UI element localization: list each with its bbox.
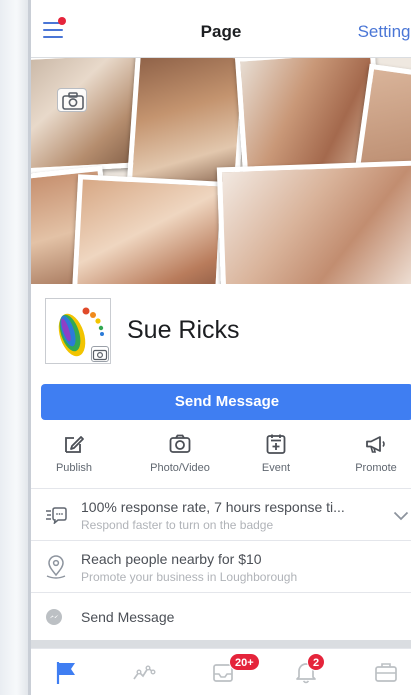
device-bezel [0, 0, 30, 695]
page-name: Sue Ricks [127, 316, 240, 344]
response-rate-row[interactable]: 100% response rate, 7 hours response ti.… [31, 488, 411, 540]
photo-video-label: Photo/Video [150, 462, 210, 474]
event-calendar-icon [266, 434, 286, 454]
flag-icon [56, 662, 75, 684]
edit-avatar-camera-button[interactable] [91, 346, 109, 362]
action-bar: Publish Photo/Video Event Promote [31, 428, 411, 484]
event-button[interactable]: Event [231, 428, 321, 484]
cover-collage-photo [216, 160, 411, 284]
response-speed-icon [46, 507, 67, 524]
tab-insights[interactable] [131, 659, 171, 691]
promote-reach-subtitle: Promote your business in Loughborough [81, 570, 298, 584]
camera-icon [92, 349, 108, 361]
cover-collage-photo [72, 174, 226, 284]
phone-frame: Page Setting s [0, 0, 411, 695]
page-title: Page [200, 22, 242, 41]
tab-page[interactable] [53, 659, 93, 691]
publish-pencil-icon [65, 436, 84, 453]
briefcase-icon [375, 663, 397, 682]
insights-line-icon [133, 665, 156, 680]
location-pin-icon [46, 555, 66, 579]
send-message-row-label: Send Message [81, 609, 175, 625]
promote-reach-title: Reach people nearby for $10 [81, 551, 262, 567]
section-divider [31, 640, 411, 648]
inbox-badge: 20+ [229, 653, 260, 671]
photo-video-button[interactable]: Photo/Video [135, 428, 225, 484]
promote-reach-row[interactable]: Reach people nearby for $10 Promote your… [31, 540, 411, 592]
promote-label: Promote [355, 462, 397, 474]
settings-link[interactable]: Settings [358, 22, 411, 42]
response-rate-subtitle: Respond faster to turn on the badge [81, 518, 274, 532]
profile-header: Sue Ricks [31, 284, 411, 376]
tab-inbox[interactable]: 20+ [211, 653, 260, 691]
messenger-icon [46, 609, 62, 625]
notifications-badge: 2 [307, 653, 326, 671]
event-label: Event [261, 462, 291, 474]
send-message-row[interactable]: Send Message [31, 592, 411, 640]
nav-bar: Page Settings [31, 0, 411, 58]
publish-button[interactable]: Publish [31, 428, 119, 484]
bottom-tab-bar: 20+ 2 [31, 648, 411, 695]
publish-label: Publish [55, 462, 93, 474]
cover-photo[interactable] [31, 58, 411, 284]
camera-icon [169, 434, 191, 453]
tab-notifications[interactable]: 2 [293, 653, 333, 691]
response-rate-title: 100% response rate, 7 hours response ti.… [81, 499, 345, 515]
edit-cover-camera-button[interactable] [57, 88, 87, 112]
app-screen: Page Setting s [31, 0, 411, 695]
camera-icon [62, 92, 84, 110]
megaphone-icon [366, 436, 385, 453]
tab-tools[interactable] [373, 659, 411, 691]
avatar[interactable] [45, 298, 111, 364]
chevron-down-icon[interactable] [393, 511, 409, 521]
send-message-button[interactable]: Send Message [41, 384, 411, 420]
promote-button[interactable]: Promote [331, 428, 411, 484]
